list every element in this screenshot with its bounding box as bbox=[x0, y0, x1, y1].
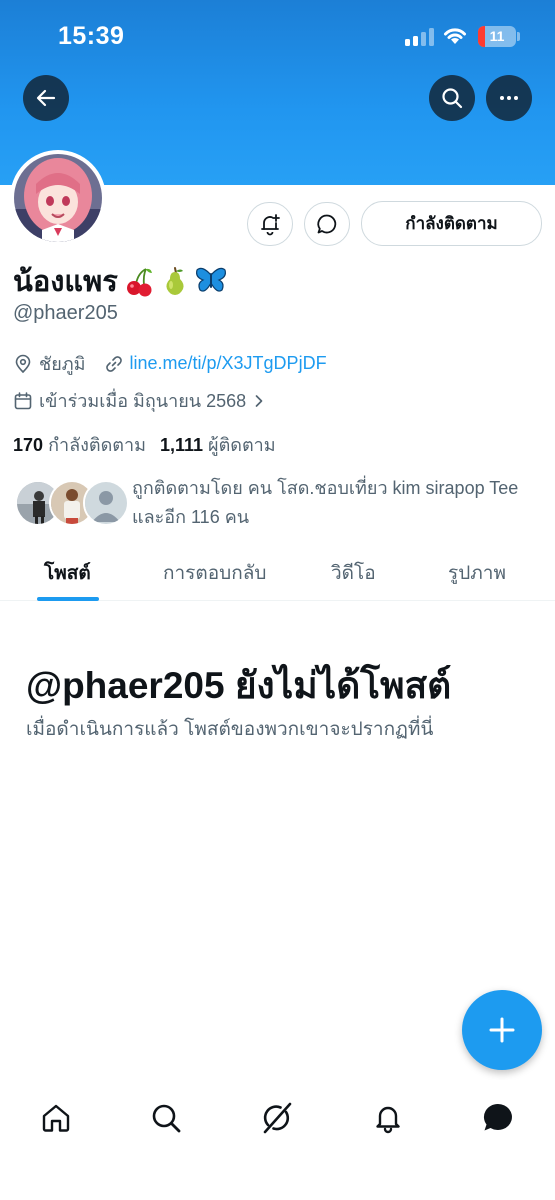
followers-count: 1,111 bbox=[159, 435, 203, 455]
more-options-button[interactable] bbox=[486, 75, 532, 121]
nav-notifications[interactable] bbox=[368, 1098, 408, 1138]
followed-by-text[interactable]: ถูกติดตามโดย คน โสด.ชอบเที่ยว kim sirapo… bbox=[132, 474, 532, 532]
nav-grok[interactable] bbox=[257, 1098, 297, 1138]
active-tab-indicator bbox=[37, 597, 99, 601]
profile-avatar[interactable] bbox=[10, 150, 106, 246]
following-count: 170 bbox=[13, 435, 44, 455]
profile-joined-date: เข้าร่วมเมื่อ มิถุนายน 2568 bbox=[39, 391, 247, 411]
following-stat[interactable]: 170 กำลังติดตาม bbox=[13, 430, 146, 459]
tab-posts[interactable]: โพสต์ bbox=[44, 558, 91, 588]
messages-icon bbox=[483, 1103, 512, 1131]
pear-emoji-icon bbox=[166, 267, 184, 295]
followers-label: ผู้ติดตาม bbox=[208, 435, 276, 455]
display-name: น้องแพร bbox=[13, 258, 228, 304]
wifi-icon bbox=[444, 28, 466, 44]
profile-handle: @phaer205 bbox=[13, 302, 118, 324]
battery-level-text: 11 bbox=[489, 28, 505, 44]
profile-joined-row[interactable]: เข้าร่วมเมื่อ มิถุนายน 2568 bbox=[13, 386, 266, 415]
nav-home[interactable] bbox=[36, 1098, 76, 1138]
tab-photos[interactable]: รูปภาพ bbox=[448, 558, 506, 588]
battery-icon: 11 bbox=[478, 26, 516, 47]
compose-post-button[interactable] bbox=[462, 990, 542, 1070]
bell-icon bbox=[376, 1106, 400, 1134]
tab-replies[interactable]: การตอบกลับ bbox=[163, 558, 266, 588]
chevron-right-icon bbox=[255, 394, 263, 407]
battery-cap bbox=[517, 32, 520, 41]
bottom-navigation bbox=[0, 1080, 555, 1200]
display-name-text: น้องแพร bbox=[13, 266, 118, 298]
empty-state-subtitle: เมื่อดำเนินการแล้ว โพสต์ของพวกเขาจะปรากฏ… bbox=[26, 719, 434, 740]
follower-avatar-default bbox=[83, 480, 129, 526]
profile-location: ชัยภูมิ bbox=[39, 354, 86, 374]
arrow-left-icon bbox=[36, 89, 56, 107]
followed-by-avatars[interactable] bbox=[15, 480, 129, 526]
status-time: 15:39 bbox=[58, 22, 125, 50]
cellular-signal-icon bbox=[405, 28, 435, 46]
profile-stats: 170 กำลังติดตาม 1,111 ผู้ติดตาม bbox=[13, 430, 276, 459]
bell-plus-icon bbox=[261, 214, 280, 236]
following-button[interactable]: กำลังติดตาม bbox=[361, 201, 542, 246]
link-icon bbox=[105, 355, 122, 372]
followers-stat[interactable]: 1,111 ผู้ติดตาม bbox=[160, 430, 276, 459]
message-bubble-icon bbox=[317, 214, 337, 234]
search-button[interactable] bbox=[429, 75, 475, 121]
grok-icon bbox=[263, 1102, 292, 1134]
location-pin-icon bbox=[15, 354, 31, 373]
anime-girl-avatar-image bbox=[14, 154, 102, 242]
search-icon bbox=[152, 1104, 181, 1133]
profile-tabs: โพสต์ การตอบกลับ วิดีโอ รูปภาพ bbox=[0, 546, 555, 601]
tab-videos[interactable]: วิดีโอ bbox=[331, 558, 376, 588]
plus-icon bbox=[489, 1017, 515, 1043]
profile-meta-location-row: ชัยภูมิ line.me/ti/p/X3JTgDPjDF bbox=[13, 349, 327, 378]
profile-website-link[interactable]: line.me/ti/p/X3JTgDPjDF bbox=[130, 353, 327, 374]
cherries-emoji-icon bbox=[126, 268, 152, 297]
message-button[interactable] bbox=[304, 202, 350, 246]
following-label: กำลังติดตาม bbox=[48, 435, 146, 455]
notification-subscribe-button[interactable] bbox=[247, 202, 293, 246]
back-button[interactable] bbox=[23, 75, 69, 121]
calendar-icon bbox=[14, 391, 32, 409]
name-emojis bbox=[124, 265, 228, 297]
nav-messages[interactable] bbox=[478, 1098, 518, 1138]
search-icon bbox=[442, 88, 463, 109]
home-icon bbox=[42, 1104, 70, 1132]
butterfly-emoji-icon bbox=[195, 267, 226, 292]
status-bar: 15:39 11 bbox=[0, 0, 555, 70]
more-horizontal-icon bbox=[500, 96, 518, 100]
nav-search[interactable] bbox=[146, 1098, 186, 1138]
empty-state-title: @phaer205 ยังไม่ได้โพสต์ bbox=[26, 665, 452, 706]
